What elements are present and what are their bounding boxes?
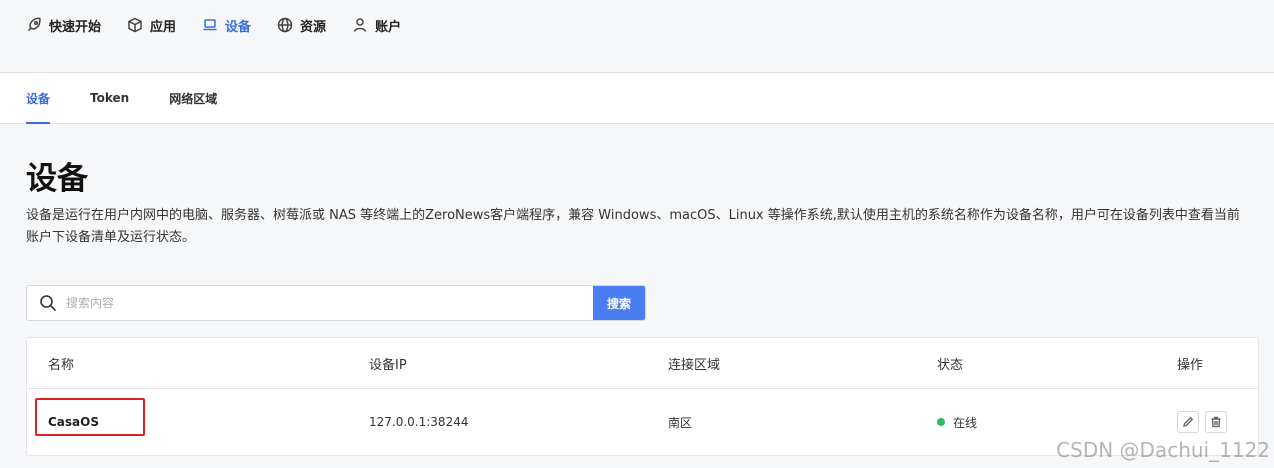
device-ip: 127.0.0.1:38244	[369, 415, 469, 429]
pencil-icon	[1183, 416, 1194, 427]
nav-apps[interactable]: 应用	[127, 15, 176, 35]
device-name[interactable]: CasaOS	[48, 389, 99, 455]
page-description: 设备是运行在用户内网中的电脑、服务器、树莓派或 NAS 等终端上的ZeroNew…	[26, 208, 1240, 245]
status-label: 在线	[953, 415, 978, 430]
nav-quick-start[interactable]: 快速开始	[26, 15, 101, 35]
nav-resources[interactable]: 资源	[277, 15, 326, 35]
user-icon	[353, 18, 367, 32]
column-header-name: 名称	[48, 357, 75, 373]
nav-label: 应用	[150, 19, 177, 35]
nav-account[interactable]: 账户	[352, 15, 401, 35]
search-icon	[40, 295, 56, 311]
tab-network-zones[interactable]: 网络区域	[169, 73, 217, 123]
rocket-icon	[27, 17, 41, 32]
search-input[interactable]	[66, 286, 593, 320]
watermark: CSDN @Dachui_1122	[1056, 438, 1270, 462]
tab-token[interactable]: Token	[90, 73, 129, 123]
table-header: 名称 设备IP 连接区域 状态 操作	[27, 338, 1258, 389]
device-region: 南区	[668, 415, 693, 430]
tab-devices[interactable]: 设备	[26, 73, 51, 124]
search-button[interactable]: 搜索	[593, 286, 645, 320]
nav-label: 设备	[225, 19, 252, 35]
column-header-actions: 操作	[1177, 357, 1204, 373]
device-status: 在线	[937, 389, 977, 455]
nav-devices[interactable]: 设备	[202, 15, 251, 35]
nav-label: 资源	[300, 19, 327, 35]
column-header-region: 连接区域	[668, 357, 721, 373]
globe-icon	[277, 17, 293, 33]
sub-tabs: 设备 Token 网络区域	[0, 73, 1274, 124]
search-bar: 搜索	[26, 285, 646, 321]
delete-button[interactable]	[1205, 411, 1227, 433]
status-online-dot	[937, 418, 945, 426]
page-title: 设备	[26, 161, 88, 197]
cube-icon	[128, 17, 142, 33]
nav-label: 快速开始	[49, 19, 102, 35]
edit-button[interactable]	[1177, 411, 1199, 433]
nav-label: 账户	[375, 19, 402, 35]
top-navigation: 快速开始 应用 设备 资源 账户	[0, 0, 1274, 73]
laptop-icon	[203, 19, 217, 31]
column-header-status: 状态	[937, 357, 964, 373]
column-header-ip: 设备IP	[369, 357, 407, 373]
trash-icon	[1211, 416, 1221, 428]
